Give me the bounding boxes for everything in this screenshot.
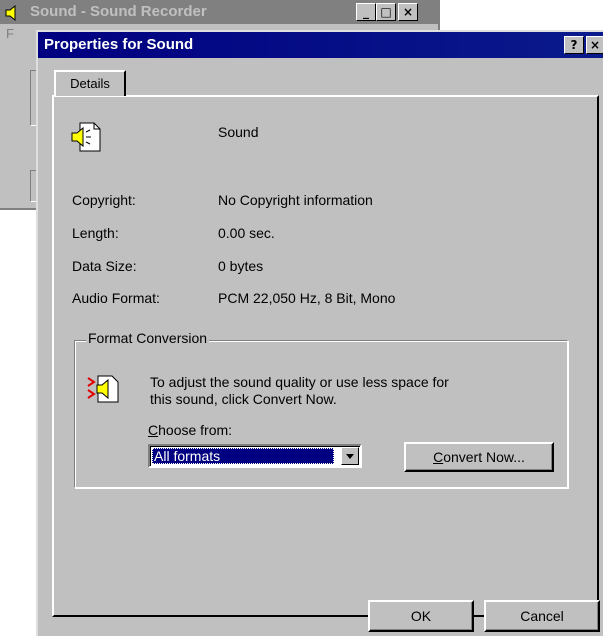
background-title-bar[interactable]: Sound - Sound Recorder _ □ × bbox=[0, 0, 438, 24]
audio-format-label: Audio Format: bbox=[72, 290, 160, 306]
maximize-button[interactable]: □ bbox=[376, 3, 396, 21]
help-button[interactable]: ? bbox=[564, 36, 584, 54]
dialog-close-button[interactable]: × bbox=[586, 36, 603, 54]
properties-dialog: Properties for Sound ? × Details Sound C… bbox=[36, 30, 603, 636]
conversion-description-line2: this sound, click Convert Now. bbox=[150, 391, 337, 407]
length-label: Length: bbox=[72, 225, 119, 241]
convert-sound-icon bbox=[87, 375, 119, 403]
convert-now-mnemonic: C bbox=[433, 449, 444, 465]
chevron-down-icon[interactable] bbox=[341, 447, 359, 465]
file-name: Sound bbox=[218, 124, 259, 140]
format-select[interactable]: All formats bbox=[148, 444, 362, 468]
background-menu-hint[interactable]: F bbox=[6, 26, 14, 41]
format-select-value: All formats bbox=[152, 448, 334, 464]
format-conversion-label: Format Conversion bbox=[86, 330, 210, 346]
length-value: 0.00 sec. bbox=[218, 225, 275, 241]
data-size-value: 0 bytes bbox=[218, 258, 264, 274]
choose-from-text: hoose from: bbox=[158, 422, 233, 438]
ok-button[interactable]: OK bbox=[368, 600, 474, 632]
convert-now-button[interactable]: Convert Now... bbox=[404, 442, 554, 472]
copyright-label: Copyright: bbox=[72, 192, 136, 208]
sound-file-icon bbox=[71, 122, 101, 152]
close-icon[interactable]: × bbox=[398, 3, 418, 21]
cancel-button[interactable]: Cancel bbox=[484, 600, 600, 632]
minimize-button[interactable]: _ bbox=[356, 3, 376, 21]
audio-format-value: PCM 22,050 Hz, 8 Bit, Mono bbox=[218, 290, 396, 306]
data-size-label: Data Size: bbox=[72, 258, 137, 274]
choose-from-label: Choose from: bbox=[148, 422, 232, 438]
background-window-title: Sound - Sound Recorder bbox=[30, 3, 207, 20]
dialog-title: Properties for Sound bbox=[44, 36, 194, 53]
dialog-title-bar[interactable]: Properties for Sound ? × bbox=[38, 32, 603, 58]
copyright-value: No Copyright information bbox=[218, 192, 373, 208]
convert-now-text: onvert Now... bbox=[443, 449, 525, 465]
choose-from-mnemonic: C bbox=[148, 422, 159, 438]
speaker-icon bbox=[5, 4, 16, 22]
tab-details[interactable]: Details bbox=[54, 70, 126, 96]
conversion-description-line1: To adjust the sound quality or use less … bbox=[150, 374, 449, 390]
